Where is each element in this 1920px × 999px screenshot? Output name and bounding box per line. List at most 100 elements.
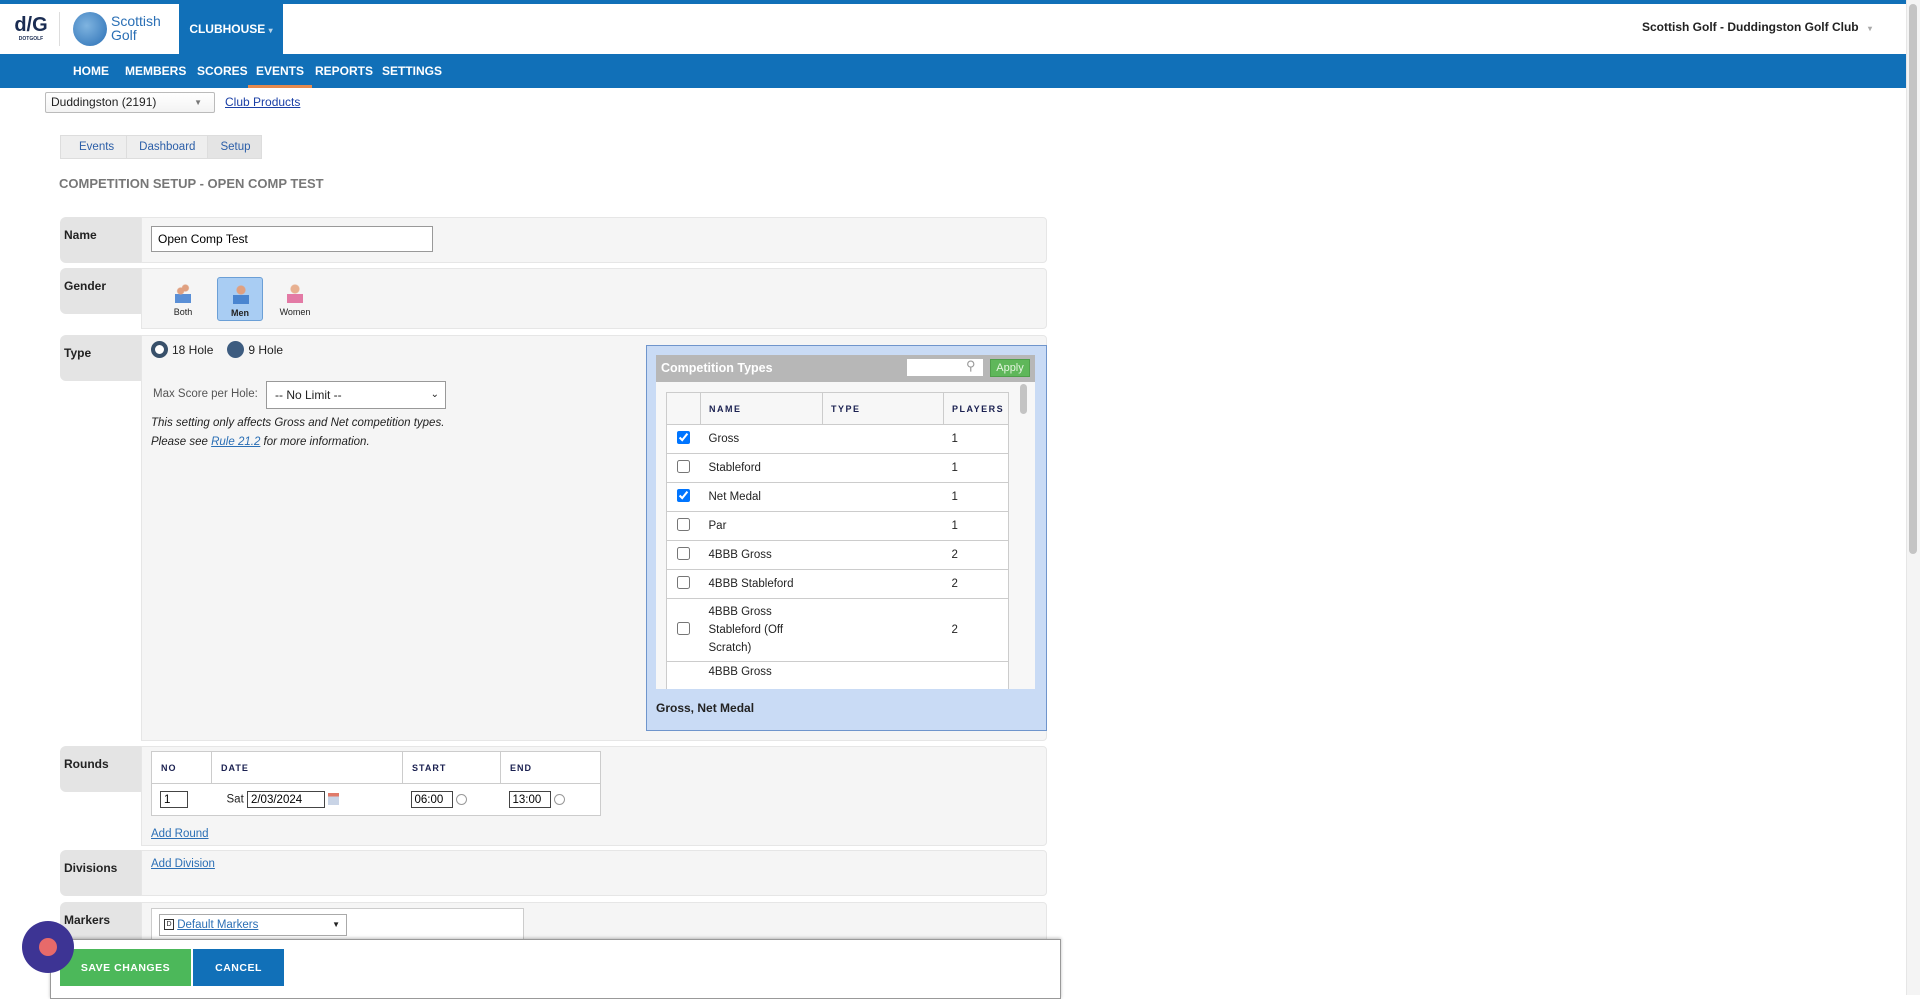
table-row[interactable]: 4BBB Gross Stableford (Off Scratch) 2 xyxy=(666,598,1009,662)
radio-9-hole[interactable] xyxy=(227,341,245,358)
competition-type-type xyxy=(822,511,944,541)
round-start-input[interactable] xyxy=(410,791,453,808)
rounds-table: NO DATE START END Sat xyxy=(151,751,601,816)
save-changes-button[interactable]: SAVE CHANGES xyxy=(60,949,191,986)
note-suffix: for more information. xyxy=(260,436,370,448)
rounds-col-no: NO xyxy=(151,751,212,784)
rounds-label: Rounds xyxy=(60,746,141,792)
breadcrumb-dashboard[interactable]: Dashboard xyxy=(127,136,209,158)
column-header-type[interactable]: TYPE xyxy=(822,392,944,425)
rounds-header-row: NO DATE START END xyxy=(151,751,601,784)
nav-events[interactable]: EVENTS xyxy=(248,54,313,88)
markers-value: Default Markers xyxy=(177,919,259,931)
competition-type-checkbox[interactable] xyxy=(677,576,690,589)
calendar-icon[interactable] xyxy=(328,793,340,806)
table-row[interactable]: Par 1 xyxy=(666,511,1009,541)
gender-men-button[interactable]: Men xyxy=(217,277,263,321)
table-row: Sat xyxy=(151,783,601,816)
competition-type-checkbox[interactable] xyxy=(677,489,690,502)
gender-both-button[interactable]: Both xyxy=(160,277,206,321)
table-row[interactable]: 4BBB Gross 2 xyxy=(666,540,1009,570)
competition-type-type xyxy=(822,424,944,454)
round-day: Sat xyxy=(226,793,244,806)
globe-icon xyxy=(73,12,107,46)
search-icon: ⚲ xyxy=(966,358,976,373)
nav-scores[interactable]: SCORES xyxy=(197,54,248,88)
competition-type-checkbox[interactable] xyxy=(677,518,690,531)
add-round-link[interactable]: Add Round xyxy=(151,828,209,840)
page-title: COMPETITION SETUP - OPEN COMP TEST xyxy=(59,176,324,191)
competition-type-players: 2 xyxy=(943,598,1009,662)
apply-button[interactable]: Apply xyxy=(990,359,1030,377)
competition-type-name: 4BBB Gross xyxy=(700,540,823,570)
gender-women-button[interactable]: Women xyxy=(272,277,318,321)
competition-type-type xyxy=(822,661,944,689)
nav-reports[interactable]: REPORTS xyxy=(315,54,373,88)
competition-type-checkbox[interactable] xyxy=(677,622,690,635)
competition-type-type xyxy=(822,540,944,570)
competition-type-checkbox[interactable] xyxy=(677,460,690,473)
competition-types-scroll-area: NAME TYPE PLAYERS Gross 1 Stableford 1 N… xyxy=(656,382,1035,689)
type-label: Type xyxy=(60,335,141,381)
markers-select[interactable]: D Default Markers ▼ xyxy=(159,914,347,936)
main-nav: HOME MEMBERS SCORES EVENTS REPORTS SETTI… xyxy=(0,54,1906,88)
round-number-input[interactable] xyxy=(160,791,188,808)
competition-type-name: 4BBB Gross Stableford (Off Scratch) xyxy=(700,598,823,662)
breadcrumb-setup[interactable]: Setup xyxy=(208,136,261,158)
dotgolf-logo-text: DOTGOLF xyxy=(18,36,44,42)
table-row[interactable]: Gross 1 xyxy=(666,424,1009,454)
both-users-icon xyxy=(175,283,191,303)
page-scrollbar-thumb[interactable] xyxy=(1909,4,1917,554)
clubhouse-menu[interactable]: CLUBHOUSE ▾ xyxy=(179,4,283,54)
competition-type-name: 4BBB Gross xyxy=(700,661,823,689)
breadcrumb: Events Dashboard Setup xyxy=(60,135,262,159)
round-date-input[interactable] xyxy=(246,791,325,808)
logo-divider xyxy=(59,12,60,46)
competition-type-players xyxy=(943,661,1009,689)
table-row[interactable]: Net Medal 1 xyxy=(666,482,1009,512)
dotgolf-logo[interactable]: d/G DOTGOLF xyxy=(14,14,48,46)
competition-type-checkbox[interactable] xyxy=(677,431,690,444)
nav-members[interactable]: MEMBERS xyxy=(125,54,186,88)
scottish-golf-logo[interactable]: Scottish Golf xyxy=(73,12,173,48)
max-score-select[interactable]: -- No Limit -- ⌄ xyxy=(266,381,446,409)
cancel-button[interactable]: CANCEL xyxy=(193,949,284,986)
name-input[interactable] xyxy=(151,226,433,252)
competition-types-table: NAME TYPE PLAYERS Gross 1 Stableford 1 N… xyxy=(666,392,1009,689)
type-note-line1: This setting only affects Gross and Net … xyxy=(151,417,445,429)
competition-types-title: Competition Types xyxy=(661,361,773,375)
rounds-col-end: END xyxy=(500,751,601,784)
nav-home[interactable]: HOME xyxy=(73,54,109,88)
nav-settings[interactable]: SETTINGS xyxy=(382,54,442,88)
competition-type-type xyxy=(822,482,944,512)
competition-type-type xyxy=(822,453,944,483)
table-row[interactable]: Stableford 1 xyxy=(666,453,1009,483)
clock-icon[interactable] xyxy=(455,793,467,805)
radio-18-hole-label: 18 Hole xyxy=(172,342,214,357)
breadcrumb-events[interactable]: Events xyxy=(61,136,128,158)
competition-type-name: 4BBB Stableford xyxy=(700,569,823,599)
table-header-row: NAME TYPE PLAYERS xyxy=(666,392,1009,425)
table-row[interactable]: 4BBB Gross xyxy=(666,661,1009,689)
gender-men-label: Men xyxy=(231,308,249,318)
table-row[interactable]: 4BBB Stableford 2 xyxy=(666,569,1009,599)
competition-type-checkbox[interactable] xyxy=(677,547,690,560)
clock-icon[interactable] xyxy=(553,793,565,805)
woman-icon xyxy=(287,283,303,303)
account-menu[interactable]: Scottish Golf - Duddingston Golf Club ▾ xyxy=(1642,20,1872,34)
chat-widget-button[interactable] xyxy=(22,921,74,973)
account-name: Scottish Golf - Duddingston Golf Club xyxy=(1642,20,1859,34)
max-score-label: Max Score per Hole: xyxy=(153,388,258,400)
round-end-input[interactable] xyxy=(508,791,551,808)
club-select[interactable]: Duddingston (2191) ▼ xyxy=(45,92,215,113)
add-division-link[interactable]: Add Division xyxy=(151,858,215,870)
clubhouse-label: CLUBHOUSE xyxy=(189,22,266,36)
column-header-name[interactable]: NAME xyxy=(700,392,823,425)
chevron-down-icon: ⌄ xyxy=(430,389,439,400)
competition-types-scrollbar[interactable] xyxy=(1020,384,1027,414)
radio-18-hole[interactable] xyxy=(151,341,168,358)
rule-link[interactable]: Rule 21.2 xyxy=(211,436,260,448)
club-products-link[interactable]: Club Products xyxy=(225,95,300,109)
rounds-col-start: START xyxy=(402,751,501,784)
column-header-players[interactable]: PLAYERS xyxy=(943,392,1009,425)
